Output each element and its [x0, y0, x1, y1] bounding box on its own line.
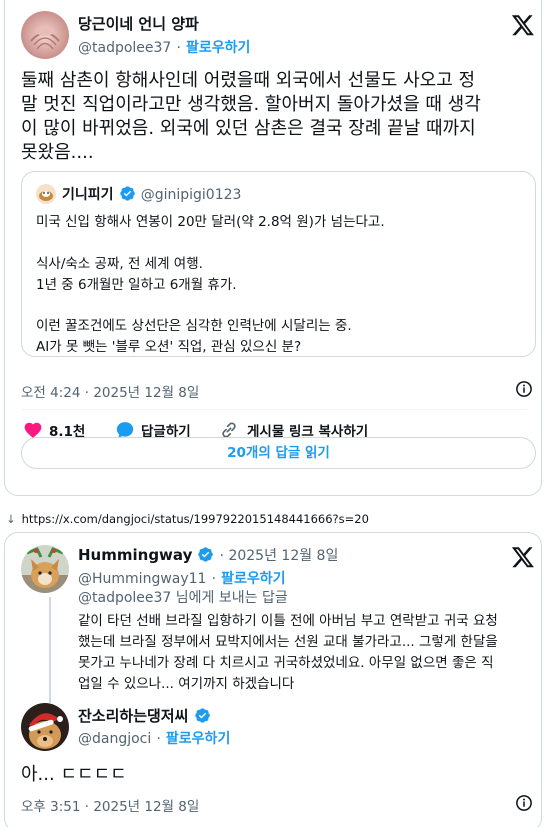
dangjoci-timestamp[interactable]: 오후 3:51 · 2025년 12월 8일: [21, 795, 199, 815]
quote-text-line: 1년 중 6개월만 일하고 6개월 휴가.: [36, 277, 237, 293]
reply-author-name[interactable]: Hummingway: [78, 546, 192, 564]
tweet-card-1: 당근이네 언니 양파 @tadpolee37 · 팔로우하기 둘째 삼촌이 항해…: [4, 0, 542, 496]
reply-text-line: 했는데 브라질 정부에서 묘박지에서는 선원 교대 불가라고... 그렇게 한달…: [78, 634, 498, 650]
dangjoci-tweet-text: 아... ㄷㄷㄷㄷ: [21, 764, 127, 785]
avatar-dangjoci-image: [21, 703, 69, 751]
reply-author-handle[interactable]: @Hummingway11: [78, 571, 206, 587]
url-row: ↓ https://x.com/dangjoci/status/199792201…: [6, 512, 369, 526]
follow-button[interactable]: 팔로우하기: [221, 571, 285, 587]
guinea-pig-icon: [39, 191, 53, 201]
reply-text-line: 같이 타던 선배 브라질 입항하기 이틀 전에 아버님 부고 연락받고 귀국 요…: [78, 613, 498, 629]
tweet-text: 둘째 삼촌이 항해사인데 어렸을때 외국에서 선물도 사오고 정 말 멋진 직업…: [21, 69, 481, 165]
tweet-text-line: 못왔음....: [21, 142, 94, 163]
quote-text-line: 이런 꿀조건에도 상선단은 심각한 인력난에 시달리는 중.: [36, 318, 352, 334]
quote-text-line: 식사/숙소 공짜, 전 세계 여행.: [36, 256, 203, 272]
source-url[interactable]: https://x.com/dangjoci/status/1997922015…: [22, 512, 369, 526]
avatar-hummingway[interactable]: [21, 545, 69, 593]
dangjoci-handle-row: @dangjoci · 팔로우하기: [78, 728, 230, 748]
separator-dot: ·: [211, 571, 217, 587]
info-icon[interactable]: [515, 380, 533, 398]
tweet-text-line: 이 많이 바뀌었음. 외국에 있던 삼촌은 결국 장례 끝날 때까지: [21, 118, 476, 139]
author-name[interactable]: 당근이네 언니 양파: [78, 13, 199, 34]
follow-button[interactable]: 팔로우하기: [186, 40, 250, 56]
quote-text-line: 미국 신입 항해사 연봉이 20만 달러(약 2.8억 원)가 넘는다고.: [36, 214, 385, 230]
quote-text-line: AI가 못 뺏는 '블루 오션' 직업, 관심 있으신 분?: [36, 339, 302, 355]
reply-text: 같이 타던 선배 브라질 입항하기 이틀 전에 아버님 부고 연락받고 귀국 요…: [78, 611, 498, 695]
quote-author-name: 기니피기: [62, 187, 114, 203]
dangjoci-handle[interactable]: @dangjoci: [78, 731, 151, 747]
tweet-text-line: 말 멋진 직업이라고만 생각했음. 할아버지 돌아가셨을 때 생각: [21, 94, 481, 115]
quote-author-row: 기니피기 @ginipigi0123: [62, 184, 241, 204]
separator-dot: ·: [156, 731, 161, 747]
avatar-dangjoci[interactable]: [21, 703, 69, 751]
verified-badge-icon: [194, 707, 211, 724]
reply-text-line: 업일 수 있으나... 여기까지 하겠습니다: [78, 676, 295, 692]
follow-button[interactable]: 팔로우하기: [166, 731, 230, 747]
info-icon[interactable]: [515, 794, 533, 812]
reply-author-row: Hummingway · 2025년 12월 8일: [78, 545, 338, 565]
quote-author-handle: @ginipigi0123: [140, 187, 242, 203]
verified-badge-icon: [197, 546, 214, 563]
separator-dot: ·: [176, 40, 181, 56]
tweet-card-2: Hummingway · 2025년 12월 8일 @Hummingway11 …: [4, 532, 542, 827]
tweet-timestamp[interactable]: 오전 4:24 · 2025년 12월 8일: [21, 381, 199, 401]
avatar-onion-image: [21, 11, 69, 59]
tweet-text-line: 둘째 삼촌이 항해사인데 어렸을때 외국에서 선물도 사오고 정: [21, 70, 476, 91]
avatar-onion[interactable]: [21, 11, 69, 59]
read-replies-button[interactable]: 20개의 답글 읽기: [21, 437, 536, 469]
author-handle-row: @tadpolee37 · 팔로우하기: [78, 37, 250, 57]
dangjoci-author-name[interactable]: 잔소리하는댕저씨: [78, 707, 188, 725]
avatar-hummingway-image: [21, 545, 69, 593]
x-logo-icon[interactable]: [511, 13, 535, 37]
dangjoci-author-row: 잔소리하는댕저씨: [78, 705, 211, 726]
quote-avatar: [36, 184, 56, 204]
author-handle[interactable]: @tadpolee37: [78, 40, 171, 56]
down-arrow-icon: ↓: [6, 512, 16, 526]
quoted-tweet[interactable]: 기니피기 @ginipigi0123 미국 신입 항해사 연봉이 20만 달러(…: [21, 171, 536, 357]
reply-date[interactable]: · 2025년 12월 8일: [220, 548, 339, 564]
verified-badge-icon: [119, 185, 136, 202]
reply-text-line: 못가고 누나네가 장례 다 치르시고 귀국하셨었네요. 아무일 없으면 좋은 직: [78, 655, 494, 671]
x-logo-icon[interactable]: [511, 545, 535, 569]
divider: [21, 409, 527, 410]
reply-to-label[interactable]: @tadpolee37 님에게 보내는 답글: [78, 587, 288, 607]
reply-handle-row: @Hummingway11 · 팔로우하기: [78, 568, 286, 588]
thread-connector: [49, 597, 51, 703]
